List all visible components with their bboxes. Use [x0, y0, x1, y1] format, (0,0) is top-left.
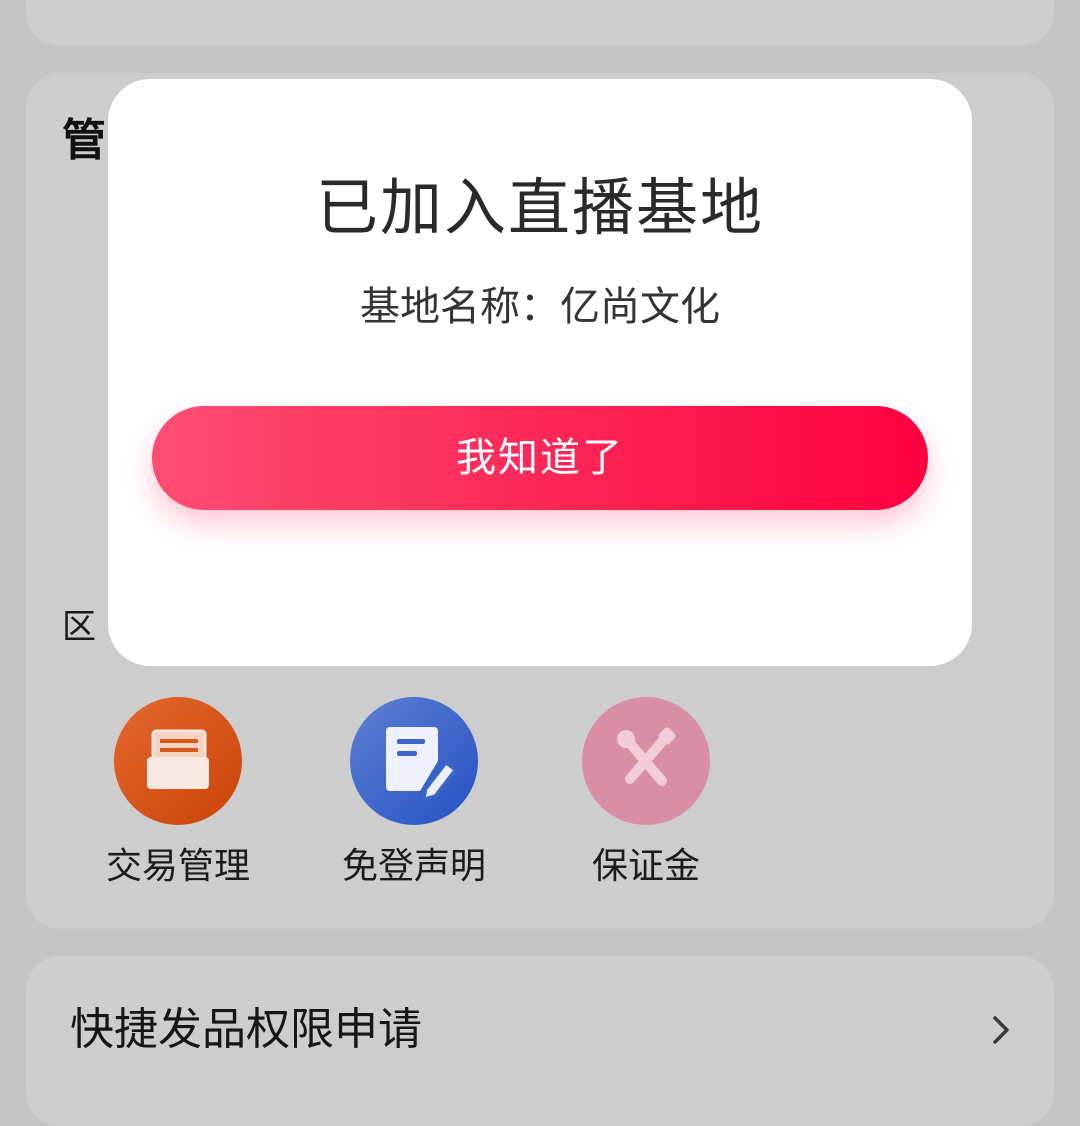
document-edit-icon — [350, 697, 478, 825]
joined-base-dialog — [108, 79, 972, 666]
manage-section-title: 管 — [62, 115, 106, 166]
chevron-right-icon — [993, 1016, 1009, 1044]
top-card — [26, 0, 1054, 46]
quick-publish-row[interactable]: 快捷发品权限申请 — [26, 956, 1054, 1126]
disclaimer-label: 免登声明 — [341, 846, 486, 887]
wrench-screwdriver-icon — [582, 697, 710, 825]
manage-section-subtitle: 区 — [62, 607, 96, 647]
dialog-base-name: 基地名称：亿尚文化 — [360, 284, 720, 330]
deposit-label: 保证金 — [591, 846, 700, 887]
confirm-button[interactable]: 我知道了 — [152, 406, 928, 510]
trade-management-entry[interactable]: 交易管理 — [78, 697, 278, 897]
drawer-icon — [114, 697, 242, 825]
trade-management-label: 交易管理 — [105, 846, 250, 887]
deposit-entry[interactable]: 保证金 — [546, 697, 746, 897]
disclaimer-entry[interactable]: 免登声明 — [314, 697, 514, 897]
dialog-title: 已加入直播基地 — [315, 171, 764, 244]
quick-publish-label: 快捷发品权限申请 — [70, 1004, 422, 1055]
